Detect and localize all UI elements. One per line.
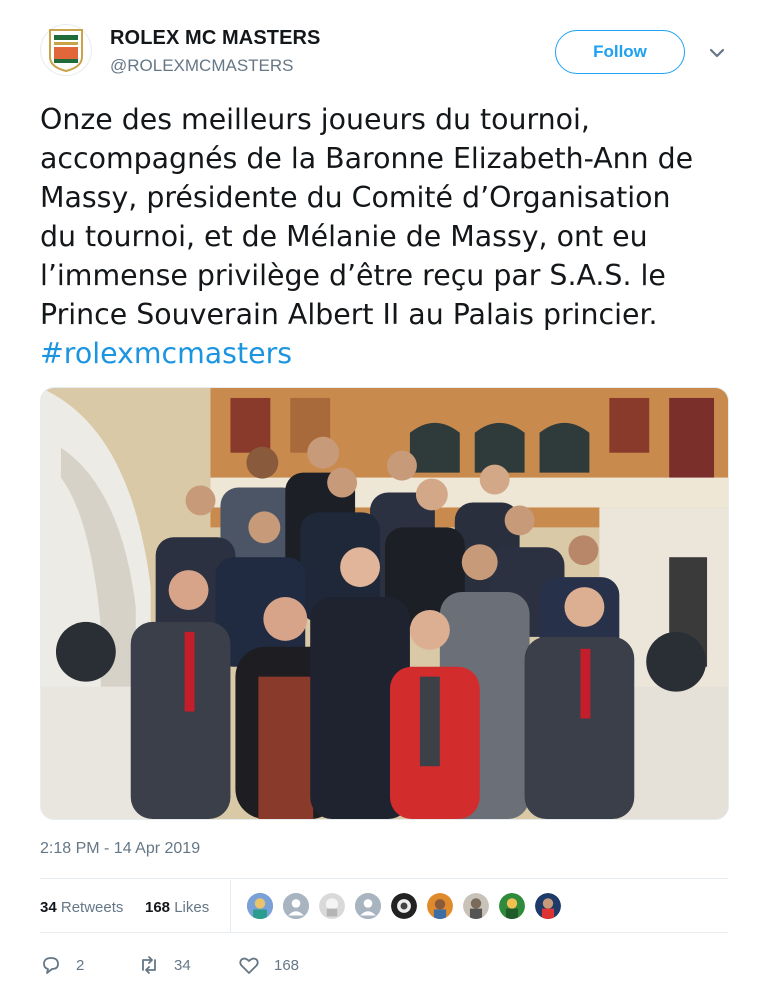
liker-avatar-image [391, 893, 417, 919]
default-avatar-icon [355, 893, 381, 919]
chevron-down-icon[interactable] [706, 42, 728, 64]
likes-label: Likes [174, 899, 210, 916]
rolex-mc-masters-logo-icon [49, 29, 83, 73]
tweet-actions: 2 34 168 [40, 950, 730, 980]
liker-avatar[interactable] [497, 891, 527, 921]
liker-avatar-image [535, 893, 561, 919]
retweets-count: 34 [40, 899, 57, 916]
retweets-label: Retweets [60, 899, 124, 916]
tweet-text: Onze des meilleurs joueurs du tournoi, a… [40, 100, 740, 373]
like-button[interactable]: 168 [238, 950, 299, 980]
liker-avatar-image [499, 893, 525, 919]
tweet-photo[interactable] [40, 387, 729, 820]
account-handle[interactable]: @ROLEXMCMASTERS [110, 56, 294, 76]
liker-avatar[interactable] [245, 891, 275, 921]
reply-button[interactable]: 2 [40, 950, 84, 980]
tweet-body: Onze des meilleurs joueurs du tournoi, a… [40, 103, 694, 331]
tweet-header: ROLEX MC MASTERS @ROLEXMCMASTERS Follow [0, 0, 770, 90]
liker-avatar-image [463, 893, 489, 919]
account-display-name[interactable]: ROLEX MC MASTERS [110, 27, 321, 50]
liker-avatar[interactable] [281, 891, 311, 921]
liker-avatar-image [427, 893, 453, 919]
retweet-button[interactable]: 34 [138, 950, 191, 980]
liker-avatar-image [247, 893, 273, 919]
hashtag-link[interactable]: #rolexmcmasters [40, 337, 292, 370]
liker-avatar[interactable] [317, 891, 347, 921]
reply-count: 2 [76, 956, 85, 974]
likes-stat[interactable]: 168 Likes [145, 899, 209, 916]
retweet-count: 34 [174, 956, 191, 974]
account-avatar[interactable] [40, 24, 92, 76]
retweets-stat[interactable]: 34 Retweets [40, 899, 123, 916]
follow-button[interactable]: Follow [555, 30, 685, 74]
liker-avatar[interactable] [425, 891, 455, 921]
stats-separator [230, 880, 231, 932]
divider-top [40, 878, 728, 879]
default-avatar-icon [283, 893, 309, 919]
tweet-stats: 34 Retweets 168 Likes [40, 880, 730, 932]
like-count: 168 [274, 956, 300, 974]
reply-icon [43, 957, 59, 974]
divider-bottom [40, 932, 728, 933]
likes-count: 168 [145, 899, 171, 916]
retweet-icon [142, 956, 156, 974]
liker-avatar-image [319, 893, 345, 919]
tweet-timestamp[interactable]: 2:18 PM - 14 Apr 2019 [40, 840, 200, 858]
liker-avatar[interactable] [533, 891, 563, 921]
group-photo-image [41, 388, 728, 819]
liker-avatar[interactable] [461, 891, 491, 921]
liker-avatar[interactable] [389, 891, 419, 921]
heart-icon [239, 957, 259, 974]
liker-avatar[interactable] [353, 891, 383, 921]
